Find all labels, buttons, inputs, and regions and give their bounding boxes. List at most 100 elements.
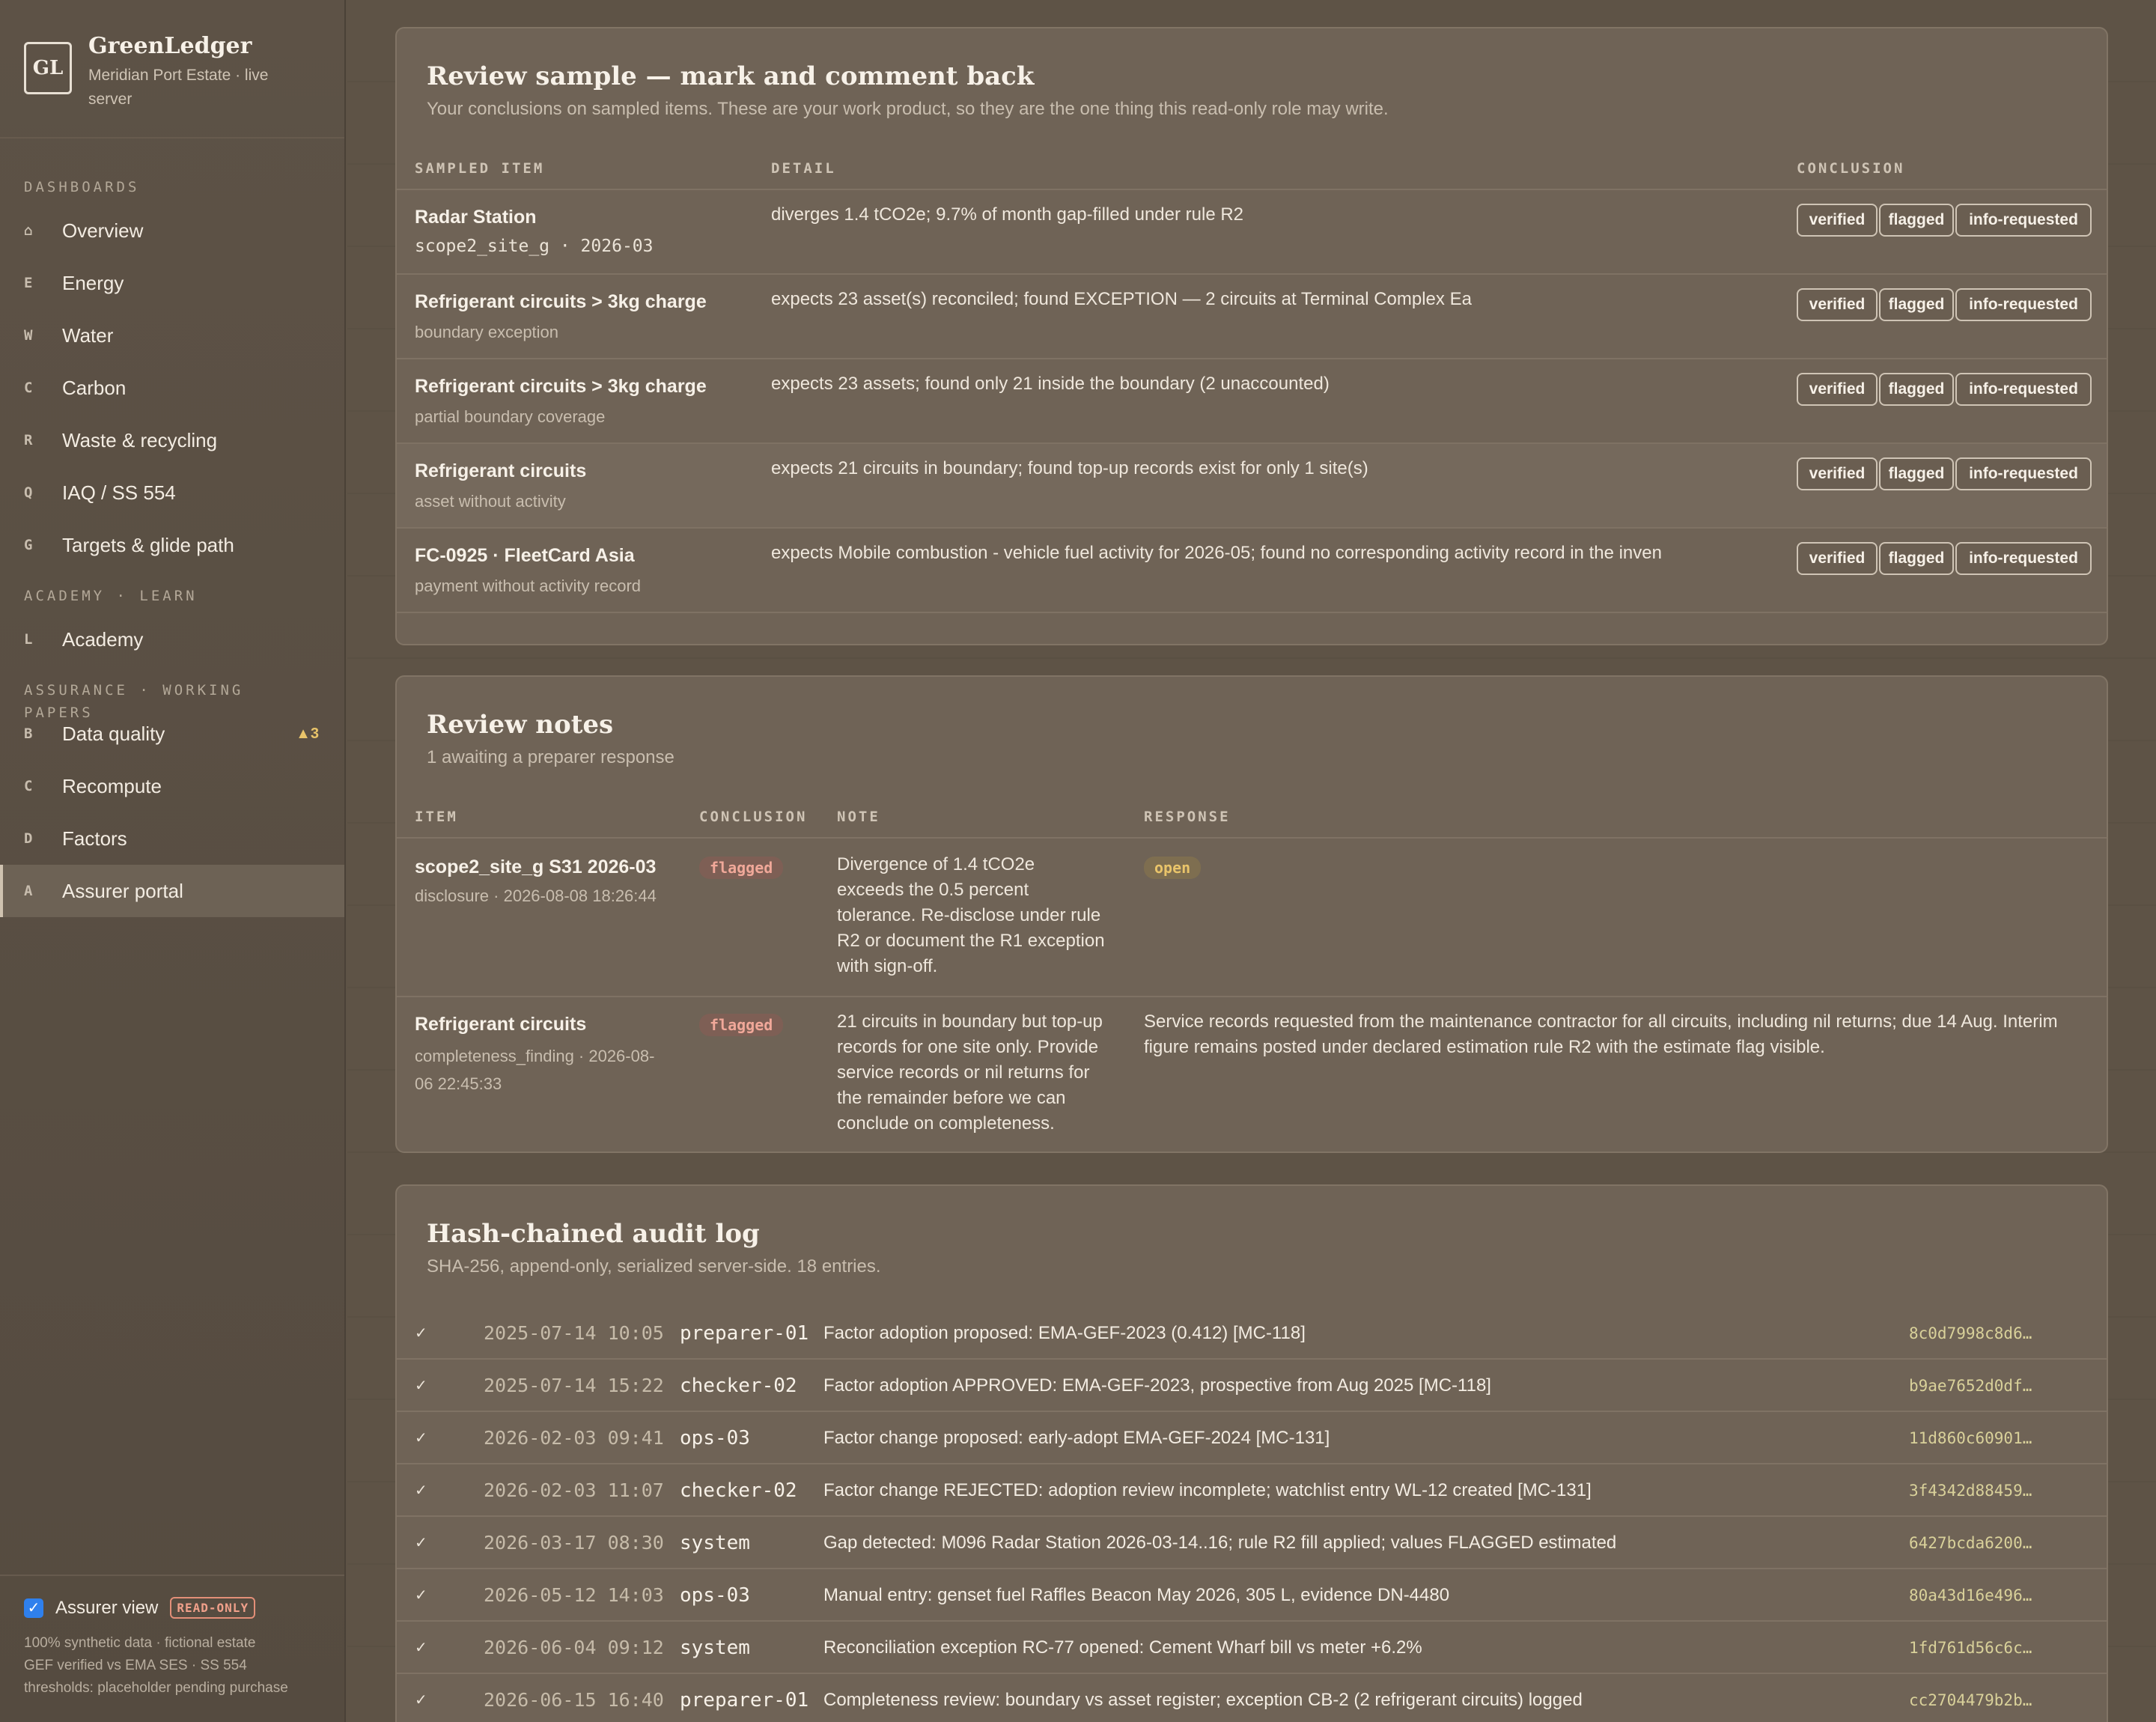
verified-button[interactable]: verified (1797, 288, 1878, 321)
sample-detail: expects Mobile combustion - vehicle fuel… (771, 543, 1662, 563)
nav-item-key: B (24, 725, 33, 742)
sidebar-nav: DASHBOARDS ⌂ Overview E Energy W Water C… (0, 139, 344, 917)
log-actor: ops-03 (680, 1584, 750, 1607)
sidebar: GL GreenLedger Meridian Port Estate · li… (0, 0, 346, 1722)
log-message: Reconciliation exception RC-77 opened: C… (823, 1637, 1422, 1658)
flagged-button[interactable]: flagged (1879, 373, 1954, 406)
response-status-badge: open (1144, 857, 1202, 879)
sidebar-item-data-quality[interactable]: B Data quality ▲3 (0, 708, 344, 760)
nav-item-label: IAQ / SS 554 (62, 481, 176, 504)
verified-check-icon: ✓ (415, 1692, 427, 1709)
verified-button[interactable]: verified (1797, 373, 1878, 406)
log-actor: checker-02 (680, 1375, 797, 1397)
nav-section-assurance-working-papers: ASSURANCE · WORKING PAPERS (24, 682, 244, 721)
flagged-button[interactable]: flagged (1879, 288, 1954, 321)
flagged-button[interactable]: flagged (1879, 542, 1954, 575)
sidebar-item-water[interactable]: W Water (0, 309, 344, 362)
nav-item-label: Waste & recycling (62, 428, 218, 451)
nav-item-label: Carbon (62, 376, 127, 399)
nav-item-key: ⌂ (24, 222, 33, 239)
card-subtitle: Your conclusions on sampled items. These… (427, 99, 1389, 119)
verified-check-icon: ✓ (415, 1430, 427, 1446)
sample-item-sub: partial boundary coverage (415, 407, 606, 426)
nav-item-label: Data quality (62, 722, 165, 745)
column-header-detail: DETAIL (771, 160, 836, 177)
assurer-view-checkbox[interactable]: ✓ (24, 1598, 43, 1618)
info-requested-button[interactable]: info-requested (1955, 457, 2092, 490)
warning-count-badge: ▲3 (296, 725, 319, 742)
card-title: Hash-chained audit log (427, 1219, 760, 1249)
footer-line: GEF verified vs EMA SES · SS 554 (24, 1658, 247, 1673)
sidebar-item-recompute[interactable]: C Recompute (0, 760, 344, 812)
log-hash: 3f4342d88459… (1909, 1482, 2032, 1500)
sidebar-item-assurer-portal[interactable]: A Assurer portal (0, 865, 344, 917)
verified-button[interactable]: verified (1797, 542, 1878, 575)
nav-item-label: Academy (62, 627, 144, 651)
sidebar-item-overview[interactable]: ⌂ Overview (0, 204, 344, 257)
sidebar-item-energy[interactable]: E Energy (0, 257, 344, 309)
review-notes-card: Review notes 1 awaiting a preparer respo… (395, 675, 2108, 1153)
log-message: Manual entry: genset fuel Raffles Beacon… (823, 1585, 1450, 1605)
log-message: Factor change REJECTED: adoption review … (823, 1480, 1592, 1500)
log-message: Gap detected: M096 Radar Station 2026-03… (823, 1533, 1617, 1553)
sample-detail: expects 21 circuits in boundary; found t… (771, 458, 1368, 478)
table-row: Refrigerant circuits asset without activ… (397, 444, 2107, 527)
conclusion-badge-flagged: flagged (699, 1014, 784, 1036)
info-requested-button[interactable]: info-requested (1955, 542, 2092, 575)
log-hash: 6427bcda6200… (1909, 1534, 2032, 1552)
log-timestamp: 2026-06-04 09:12 (484, 1637, 664, 1658)
column-header-item: ITEM (415, 809, 458, 825)
note-item-sub: completeness_finding · 2026-08-06 22:45:… (415, 1047, 655, 1093)
sample-item-title: Refrigerant circuits > 3kg charge (415, 376, 707, 397)
nav-section-dashboards: DASHBOARDS (24, 179, 140, 195)
nav-item-key: W (24, 327, 33, 344)
info-requested-button[interactable]: info-requested (1955, 204, 2092, 237)
nav-item-key: G (24, 537, 33, 553)
sidebar-item-waste-recycling[interactable]: R Waste & recycling (0, 414, 344, 466)
nav-item-label: Assurer portal (62, 879, 183, 902)
audit-log-card: Hash-chained audit log SHA-256, append-o… (395, 1184, 2108, 1722)
sample-item-sub: scope2_site_g · 2026-03 (415, 237, 654, 256)
nav-item-label: Recompute (62, 774, 162, 797)
sidebar-item-academy[interactable]: L Academy (0, 613, 344, 666)
verified-button[interactable]: verified (1797, 457, 1878, 490)
sidebar-item-carbon[interactable]: C Carbon (0, 362, 344, 414)
audit-log-row: ✓ 2026-02-03 11:07 checker-02 Factor cha… (397, 1464, 2107, 1517)
footer-line: thresholds: placeholder pending purchase (24, 1680, 288, 1696)
audit-log-row: ✓ 2026-03-17 08:30 system Gap detected: … (397, 1517, 2107, 1569)
verified-check-icon: ✓ (415, 1535, 427, 1551)
nav-item-key: R (24, 432, 33, 448)
log-timestamp: 2026-03-17 08:30 (484, 1532, 664, 1554)
sidebar-item-factors[interactable]: D Factors (0, 812, 344, 865)
audit-log-row: ✓ 2026-06-04 09:12 system Reconciliation… (397, 1622, 2107, 1674)
nav-item-key: A (24, 883, 33, 899)
assurer-view-label: Assurer view (55, 1597, 159, 1618)
card-subtitle: SHA-256, append-only, serialized server-… (427, 1256, 881, 1277)
verified-check-icon: ✓ (415, 1325, 427, 1342)
log-timestamp: 2026-05-12 14:03 (484, 1584, 664, 1606)
sample-item-title: Refrigerant circuits (415, 460, 587, 481)
info-requested-button[interactable]: info-requested (1955, 288, 2092, 321)
main-content: Review sample — mark and comment back Yo… (347, 0, 2156, 1722)
flagged-button[interactable]: flagged (1879, 204, 1954, 237)
note-text: Divergence of 1.4 tCO2e exceeds the 0.5 … (837, 854, 1105, 976)
column-header-note: NOTE (837, 809, 880, 825)
table-row: Refrigerant circuits > 3kg charge bounda… (397, 275, 2107, 358)
table-row: FC-0925 · FleetCard Asia payment without… (397, 529, 2107, 612)
nav-item-label: Factors (62, 827, 127, 850)
card-title: Review notes (427, 710, 614, 740)
nav-item-label: Overview (62, 219, 144, 242)
flagged-button[interactable]: flagged (1879, 457, 1954, 490)
column-header-conclusion: CONCLUSION (699, 809, 808, 825)
info-requested-button[interactable]: info-requested (1955, 373, 2092, 406)
nav-item-key: C (24, 778, 33, 794)
log-timestamp: 2026-02-03 09:41 (484, 1427, 664, 1449)
sidebar-item-iaq-ss-554[interactable]: Q IAQ / SS 554 (0, 466, 344, 519)
sample-item-title: Refrigerant circuits > 3kg charge (415, 291, 707, 312)
verified-button[interactable]: verified (1797, 204, 1878, 237)
log-actor: preparer-01 (680, 1322, 809, 1345)
log-timestamp: 2025-07-14 10:05 (484, 1322, 664, 1344)
sample-item-title: FC-0925 · FleetCard Asia (415, 545, 635, 566)
sidebar-item-targets-glide-path[interactable]: G Targets & glide path (0, 519, 344, 571)
sample-item-sub: boundary exception (415, 323, 559, 341)
